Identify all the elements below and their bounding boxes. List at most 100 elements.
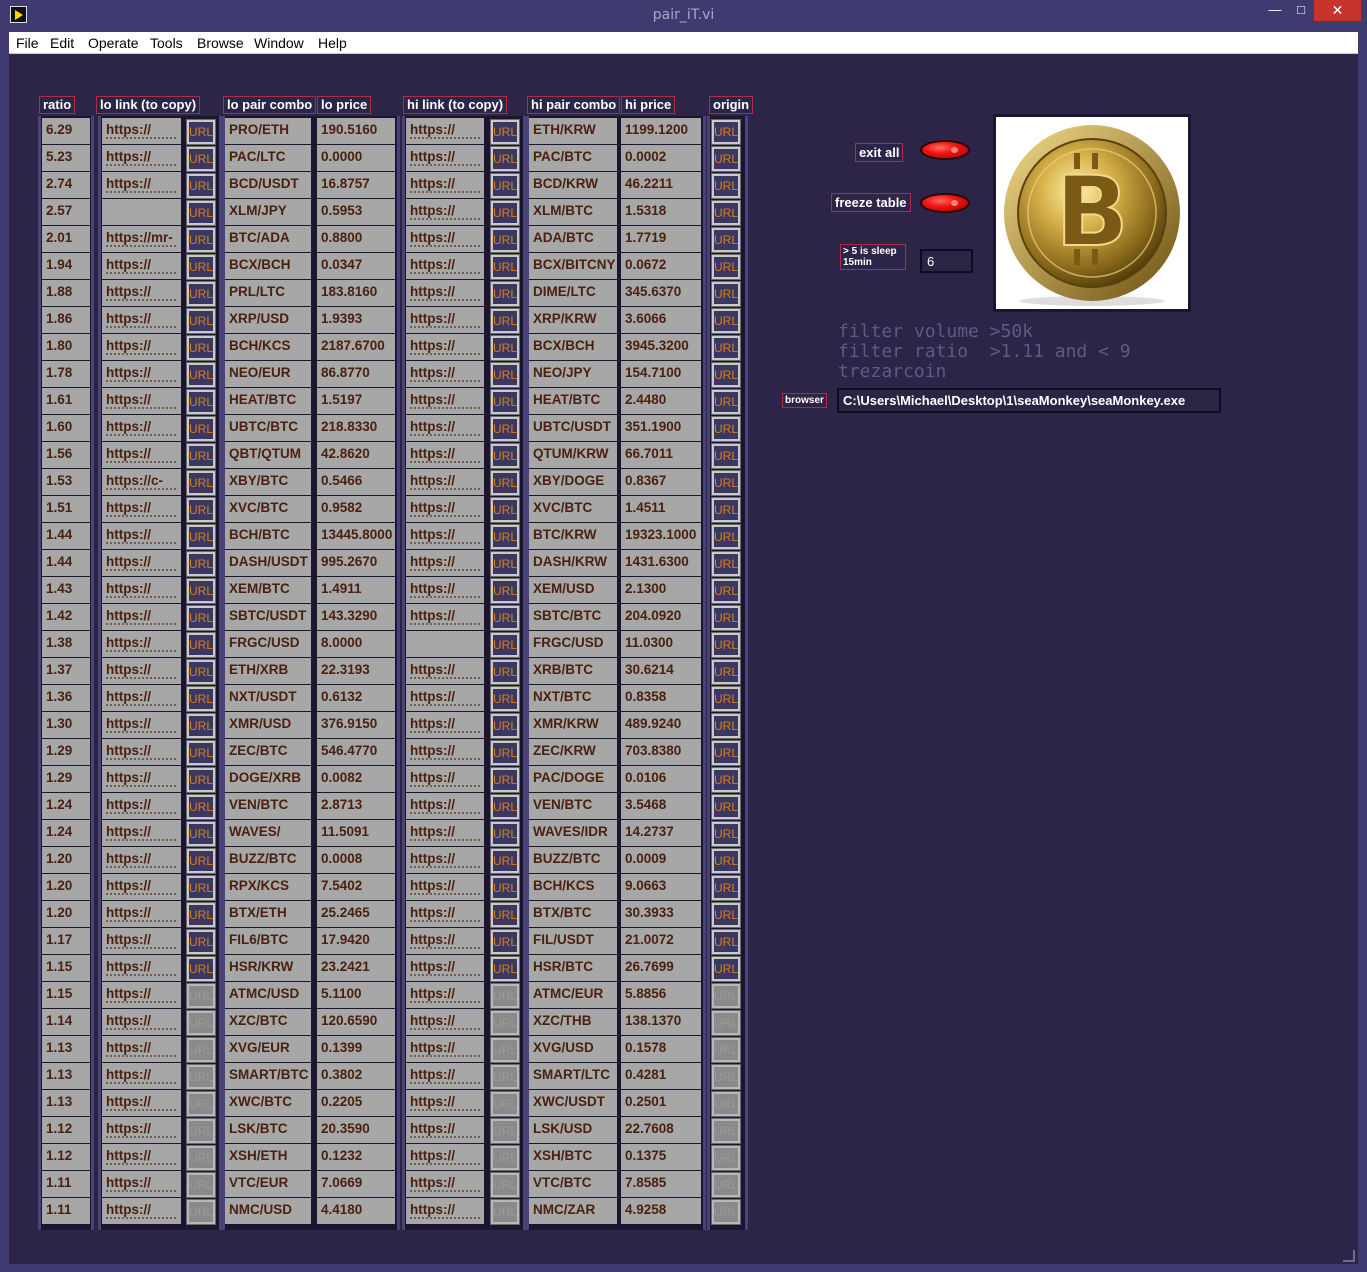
hi-url-button[interactable]: URL: [490, 794, 520, 820]
lo-link-cell[interactable]: https://: [102, 1198, 181, 1224]
hi-link-cell[interactable]: https://: [406, 847, 484, 873]
lo-link-cell[interactable]: https://: [102, 550, 181, 576]
hi-link-cell[interactable]: https://: [406, 658, 484, 684]
menu-edit[interactable]: Edit: [50, 35, 74, 51]
hi-url-button[interactable]: URL: [490, 848, 520, 874]
hi-link-cell[interactable]: https://: [406, 523, 484, 549]
origin-url-button[interactable]: URL: [711, 794, 741, 820]
hi-url-button[interactable]: URL: [490, 119, 520, 145]
hi-url-button[interactable]: URL: [490, 605, 520, 631]
hi-link-cell[interactable]: https://: [406, 982, 484, 1008]
lo-url-button[interactable]: URL: [186, 470, 216, 496]
lo-url-button[interactable]: URL: [186, 1064, 216, 1090]
close-button[interactable]: ✕: [1314, 0, 1361, 21]
hi-link-cell[interactable]: https://: [406, 739, 484, 765]
origin-url-button[interactable]: URL: [711, 389, 741, 415]
lo-url-button[interactable]: URL: [186, 308, 216, 334]
hi-url-button[interactable]: URL: [490, 1064, 520, 1090]
lo-url-button[interactable]: URL: [186, 821, 216, 847]
origin-url-button[interactable]: URL: [711, 1091, 741, 1117]
hi-link-cell[interactable]: https://: [406, 307, 484, 333]
lo-link-cell[interactable]: https://: [102, 1144, 181, 1170]
lo-url-button[interactable]: URL: [186, 713, 216, 739]
hi-url-button[interactable]: URL: [490, 443, 520, 469]
origin-url-button[interactable]: URL: [711, 875, 741, 901]
lo-url-button[interactable]: URL: [186, 146, 216, 172]
minimize-button[interactable]: —: [1262, 0, 1288, 21]
hi-url-button[interactable]: URL: [490, 902, 520, 928]
origin-url-button[interactable]: URL: [711, 1118, 741, 1144]
hi-url-button[interactable]: URL: [490, 335, 520, 361]
origin-url-button[interactable]: URL: [711, 362, 741, 388]
lo-url-button[interactable]: URL: [186, 902, 216, 928]
hi-url-button[interactable]: URL: [490, 416, 520, 442]
hi-link-cell[interactable]: https://: [406, 820, 484, 846]
lo-link-cell[interactable]: https://: [102, 523, 181, 549]
origin-url-button[interactable]: URL: [711, 1172, 741, 1198]
lo-url-button[interactable]: URL: [186, 578, 216, 604]
origin-url-button[interactable]: URL: [711, 497, 741, 523]
lo-link-cell[interactable]: https://: [102, 874, 181, 900]
lo-url-button[interactable]: URL: [186, 416, 216, 442]
menu-tools[interactable]: Tools: [150, 35, 183, 51]
browser-path-input[interactable]: C:\Users\Michael\Desktop\1\seaMonkey\sea…: [837, 388, 1221, 413]
origin-url-button[interactable]: URL: [711, 551, 741, 577]
origin-url-button[interactable]: URL: [711, 821, 741, 847]
hi-link-cell[interactable]: https://: [406, 172, 484, 198]
origin-url-button[interactable]: URL: [711, 1145, 741, 1171]
origin-url-button[interactable]: URL: [711, 767, 741, 793]
lo-link-cell[interactable]: https://: [102, 496, 181, 522]
freeze-table-toggle[interactable]: [920, 193, 970, 213]
hi-link-cell[interactable]: https://: [406, 226, 484, 252]
lo-url-button[interactable]: URL: [186, 686, 216, 712]
menu-operate[interactable]: Operate: [88, 35, 139, 51]
origin-url-button[interactable]: URL: [711, 146, 741, 172]
lo-link-cell[interactable]: https://: [102, 766, 181, 792]
lo-link-cell[interactable]: https://: [102, 982, 181, 1008]
hi-url-button[interactable]: URL: [490, 1091, 520, 1117]
lo-url-button[interactable]: URL: [186, 1010, 216, 1036]
hi-link-cell[interactable]: https://: [406, 253, 484, 279]
lo-link-cell[interactable]: https://: [102, 739, 181, 765]
hi-link-cell[interactable]: https://: [406, 712, 484, 738]
hi-url-button[interactable]: URL: [490, 1118, 520, 1144]
lo-link-cell[interactable]: https://: [102, 793, 181, 819]
lo-url-button[interactable]: URL: [186, 281, 216, 307]
hi-url-button[interactable]: URL: [490, 686, 520, 712]
lo-link-cell[interactable]: https://: [102, 442, 181, 468]
resize-grip-icon[interactable]: [1343, 1250, 1355, 1262]
hi-url-button[interactable]: URL: [490, 1010, 520, 1036]
lo-url-button[interactable]: URL: [186, 389, 216, 415]
hi-link-cell[interactable]: https://: [406, 442, 484, 468]
lo-url-button[interactable]: URL: [186, 875, 216, 901]
hi-link-cell[interactable]: https://: [406, 388, 484, 414]
hi-link-cell[interactable]: https://: [406, 415, 484, 441]
hi-url-button[interactable]: URL: [490, 767, 520, 793]
lo-link-cell[interactable]: https://: [102, 1171, 181, 1197]
lo-url-button[interactable]: URL: [186, 605, 216, 631]
lo-url-button[interactable]: URL: [186, 173, 216, 199]
lo-url-button[interactable]: URL: [186, 524, 216, 550]
hi-url-button[interactable]: URL: [490, 200, 520, 226]
lo-link-cell[interactable]: https://: [102, 820, 181, 846]
lo-url-button[interactable]: URL: [186, 632, 216, 658]
lo-link-cell[interactable]: https://: [102, 1090, 181, 1116]
lo-link-cell[interactable]: https://: [102, 847, 181, 873]
origin-url-button[interactable]: URL: [711, 443, 741, 469]
origin-url-button[interactable]: URL: [711, 605, 741, 631]
lo-url-button[interactable]: URL: [186, 227, 216, 253]
origin-url-button[interactable]: URL: [711, 1010, 741, 1036]
lo-url-button[interactable]: URL: [186, 443, 216, 469]
origin-url-button[interactable]: URL: [711, 848, 741, 874]
origin-url-button[interactable]: URL: [711, 686, 741, 712]
lo-url-button[interactable]: URL: [186, 740, 216, 766]
hi-url-button[interactable]: URL: [490, 389, 520, 415]
lo-link-cell[interactable]: https://: [102, 280, 181, 306]
lo-url-button[interactable]: URL: [186, 983, 216, 1009]
lo-link-cell[interactable]: https://: [102, 388, 181, 414]
hi-url-button[interactable]: URL: [490, 173, 520, 199]
lo-link-cell[interactable]: https://: [102, 1063, 181, 1089]
hi-url-button[interactable]: URL: [490, 983, 520, 1009]
origin-url-button[interactable]: URL: [711, 902, 741, 928]
lo-link-cell[interactable]: https://: [102, 604, 181, 630]
